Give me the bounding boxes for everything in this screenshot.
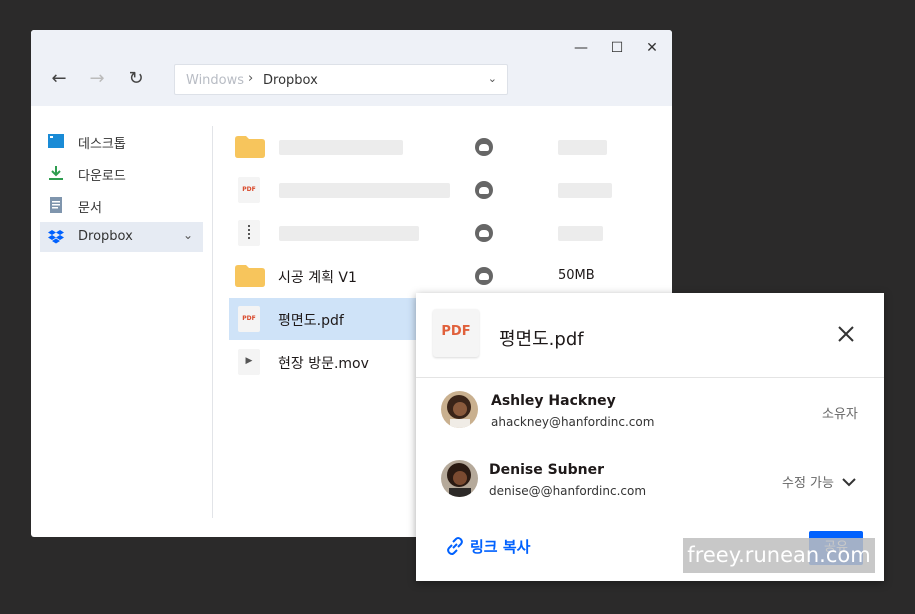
pdf-icon: PDF bbox=[238, 306, 260, 332]
file-name: 현장 방문.mov bbox=[278, 356, 369, 372]
size-placeholder bbox=[558, 140, 607, 155]
cloud-sync-icon bbox=[475, 224, 493, 242]
file-row-folder[interactable]: 시공 계획 V1 50MB bbox=[229, 255, 672, 297]
document-icon bbox=[50, 197, 62, 213]
role-owner: 소유자 bbox=[822, 407, 858, 422]
person-name: Denise Subner bbox=[489, 462, 605, 478]
sidebar-item-label: 다운로드 bbox=[78, 169, 126, 184]
close-icon[interactable] bbox=[835, 323, 857, 345]
file-row-video[interactable]: ▶ 현장 방문.mov bbox=[229, 341, 417, 383]
address-bar[interactable]: Windows › Dropbox ⌄ bbox=[174, 64, 508, 95]
size-placeholder bbox=[558, 183, 612, 198]
forward-button[interactable]: → bbox=[86, 68, 108, 90]
play-icon: ▶ bbox=[238, 349, 260, 375]
name-placeholder bbox=[279, 226, 419, 241]
download-icon bbox=[49, 166, 63, 180]
sidebar-item-dropbox[interactable]: Dropbox ⌄ bbox=[40, 222, 203, 252]
pdf-icon: PDF bbox=[433, 309, 479, 357]
person-email: ahackney@hanfordinc.com bbox=[491, 415, 655, 429]
sidebar-item-label: 데스크톱 bbox=[78, 137, 126, 152]
breadcrumb-separator-icon: › bbox=[248, 71, 254, 86]
avatar bbox=[441, 391, 478, 428]
dialog-header: PDF 평면도.pdf bbox=[416, 293, 884, 378]
folder-icon bbox=[235, 265, 265, 287]
name-placeholder bbox=[279, 183, 450, 198]
sidebar-item-label: Dropbox bbox=[78, 229, 133, 244]
permission-dropdown[interactable]: 수정 가능 bbox=[782, 472, 856, 491]
folder-icon bbox=[235, 136, 265, 158]
back-button[interactable]: ← bbox=[48, 68, 70, 90]
link-icon bbox=[447, 537, 463, 555]
zip-icon bbox=[238, 220, 260, 246]
minimize-button[interactable]: — bbox=[572, 39, 590, 57]
chevron-down-icon[interactable]: ⌄ bbox=[183, 228, 193, 242]
address-root[interactable]: Windows bbox=[186, 73, 244, 88]
file-name: 시공 계획 V1 bbox=[278, 270, 357, 286]
file-row-placeholder[interactable] bbox=[229, 126, 672, 168]
sidebar-item-desktop[interactable]: 데스크톱 bbox=[40, 126, 203, 156]
chevron-down-icon[interactable]: ⌄ bbox=[488, 72, 497, 85]
desktop-icon bbox=[48, 134, 64, 148]
avatar bbox=[441, 460, 478, 497]
person-name: Ashley Hackney bbox=[491, 393, 616, 409]
title-bar: — ☐ ✕ ← → ↻ Windows › Dropbox ⌄ bbox=[31, 30, 672, 106]
dialog-title: 평면도.pdf bbox=[499, 329, 584, 350]
pdf-icon: PDF bbox=[238, 177, 260, 203]
copy-link-label: 링크 복사 bbox=[470, 538, 531, 556]
file-row-pdf[interactable]: PDF 평면도.pdf bbox=[229, 298, 417, 340]
sidebar-item-downloads[interactable]: 다운로드 bbox=[40, 158, 203, 188]
watermark: freey.runean.com bbox=[683, 538, 875, 573]
name-placeholder bbox=[279, 140, 403, 155]
file-row-placeholder[interactable] bbox=[229, 212, 672, 254]
address-current[interactable]: Dropbox bbox=[263, 73, 318, 88]
dropbox-icon bbox=[48, 230, 64, 244]
size-placeholder bbox=[558, 226, 603, 241]
refresh-button[interactable]: ↻ bbox=[125, 68, 147, 90]
copy-link-button[interactable]: 링크 복사 bbox=[446, 536, 530, 557]
maximize-button[interactable]: ☐ bbox=[608, 39, 626, 57]
sidebar-item-label: 문서 bbox=[78, 201, 102, 216]
file-size: 50MB bbox=[558, 268, 595, 283]
chevron-down-icon bbox=[842, 478, 856, 487]
cloud-sync-icon bbox=[475, 181, 493, 199]
cloud-sync-icon bbox=[475, 267, 493, 285]
close-window-button[interactable]: ✕ bbox=[643, 39, 661, 57]
file-row-placeholder[interactable]: PDF bbox=[229, 169, 672, 211]
person-email: denise@@hanfordinc.com bbox=[489, 484, 647, 498]
sidebar-item-documents[interactable]: 문서 bbox=[40, 190, 203, 220]
divider bbox=[212, 126, 213, 518]
permission-label: 수정 가능 bbox=[782, 476, 834, 491]
file-name: 평면도.pdf bbox=[278, 313, 344, 329]
cloud-sync-icon bbox=[475, 138, 493, 156]
